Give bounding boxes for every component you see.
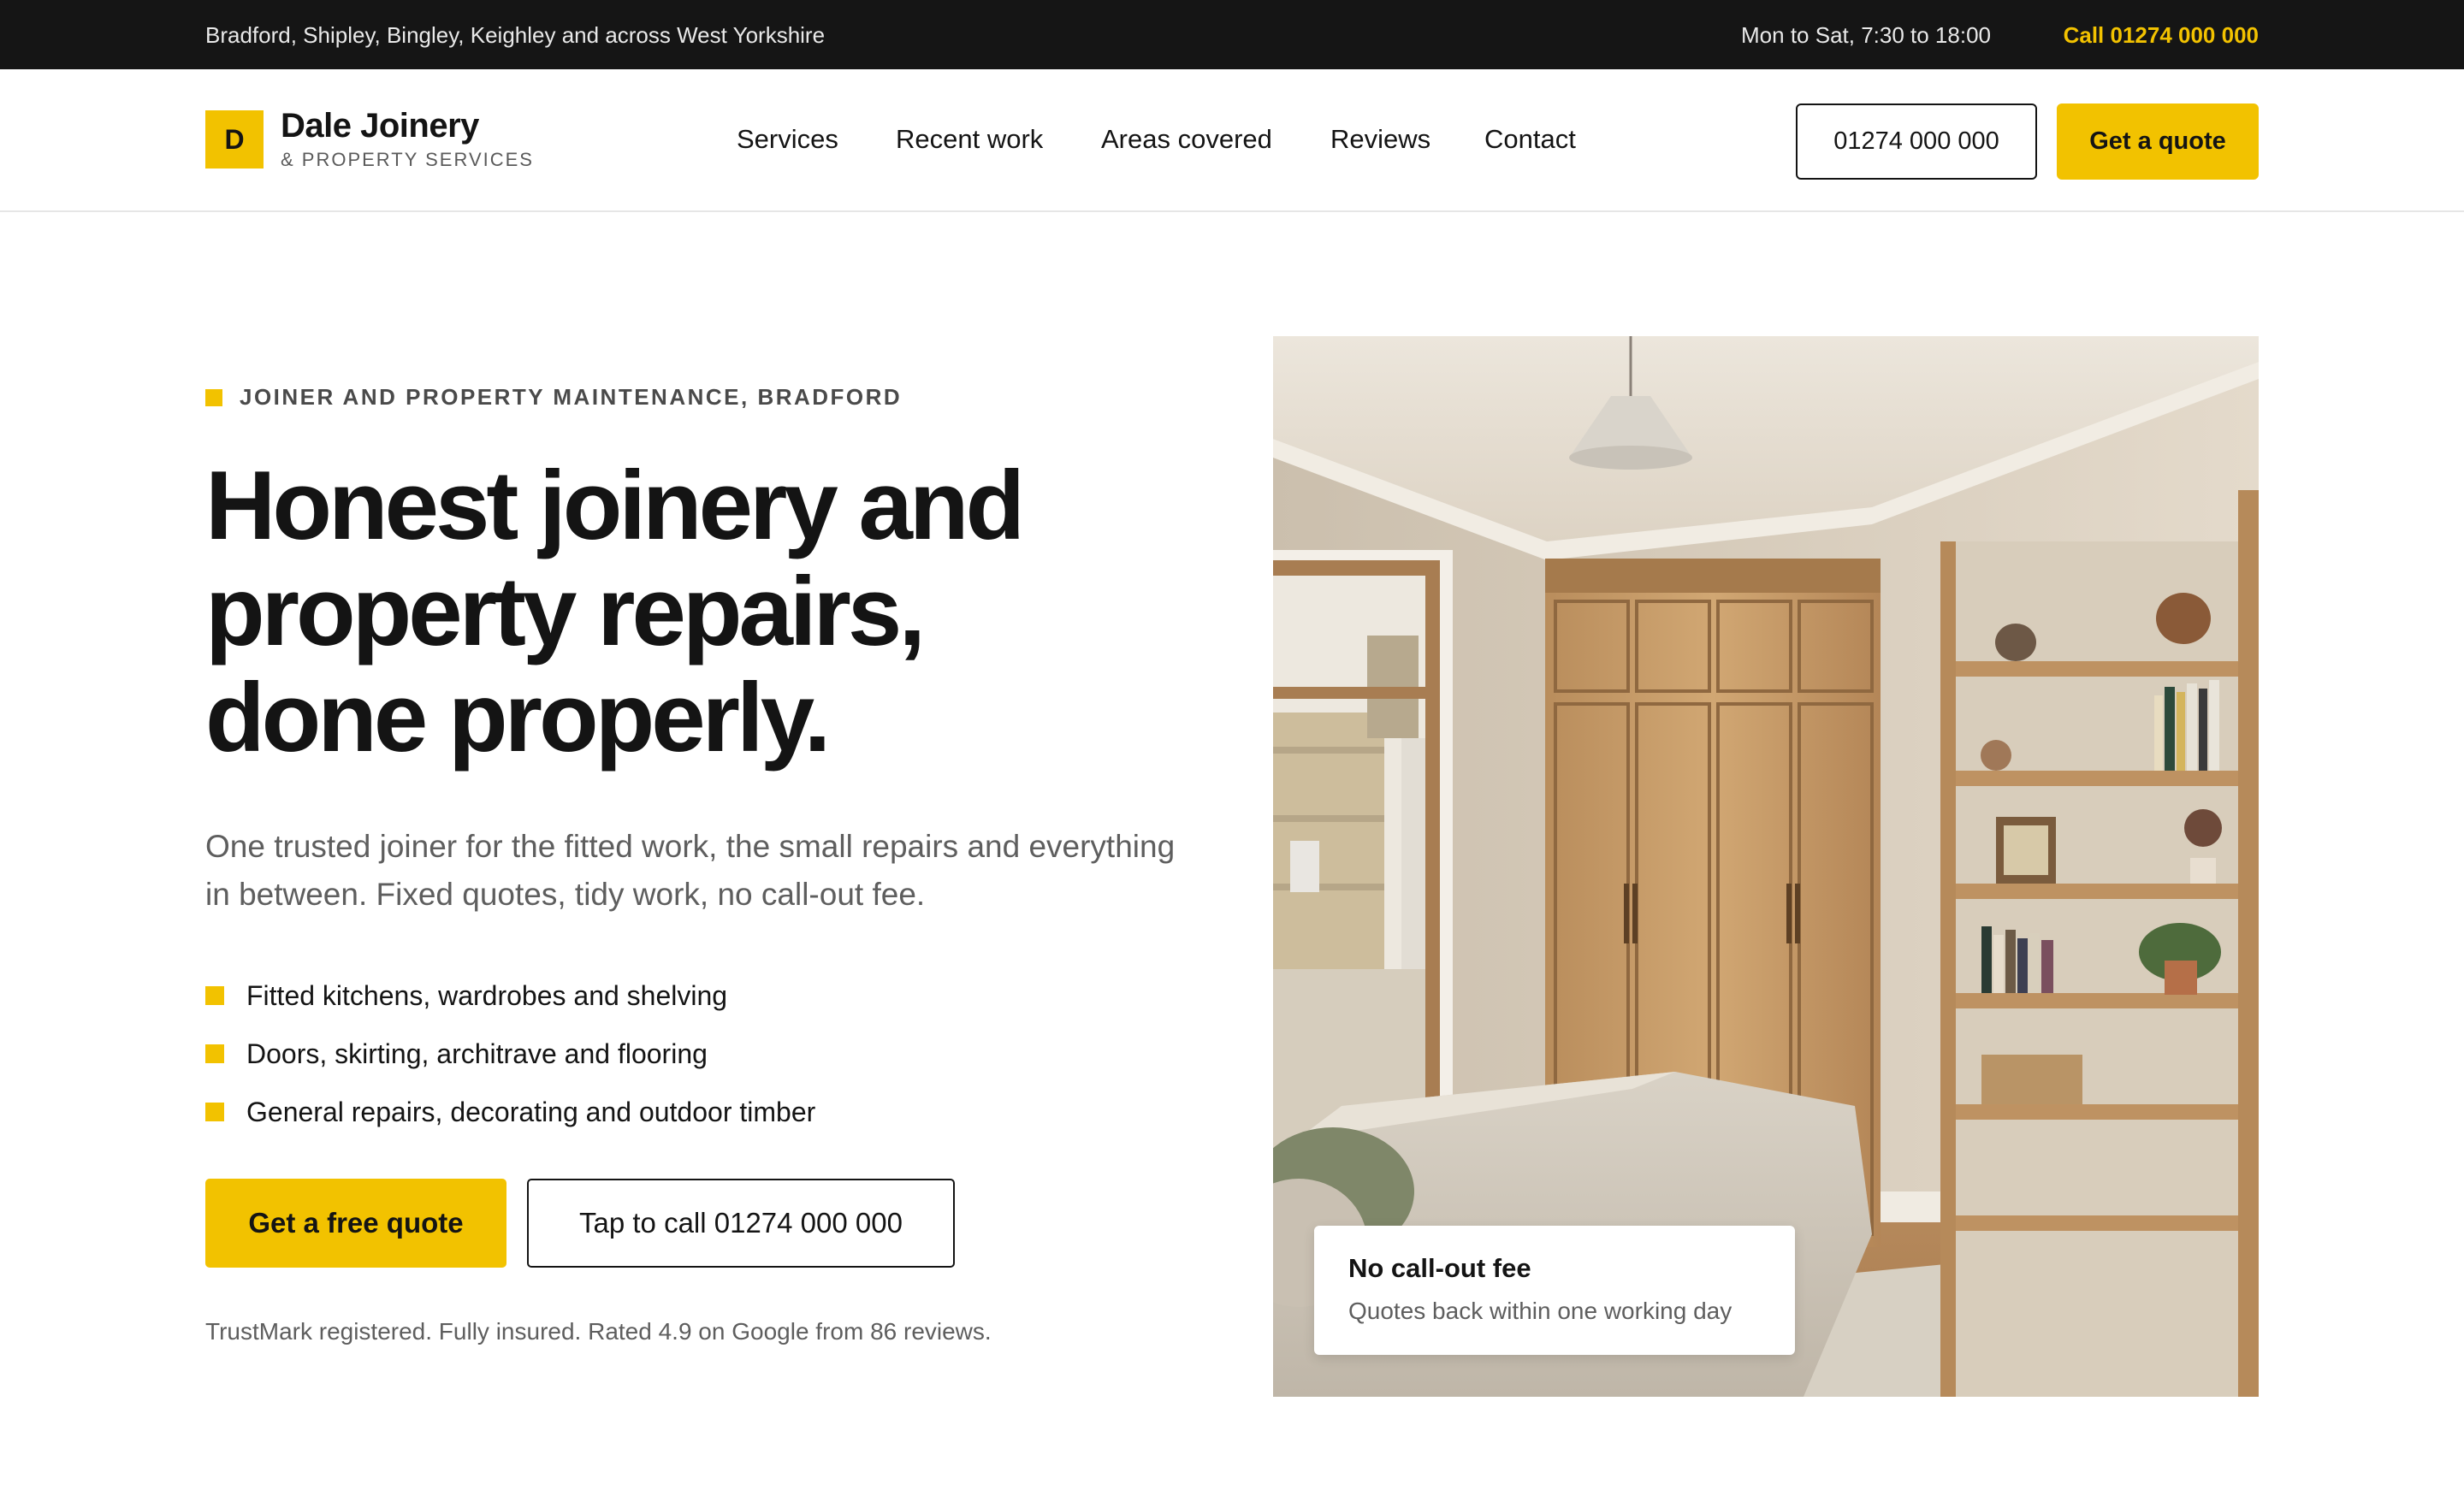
headline-line: Honest joinery and (205, 452, 1025, 560)
list-item-label: General repairs, decorating and outdoor … (246, 1096, 816, 1127)
get-free-quote-button[interactable]: Get a free quote (205, 1179, 506, 1268)
yellow-square-icon (205, 1103, 224, 1121)
hero-headline: Honest joinery and property repairs, don… (205, 453, 1189, 772)
service-area-text: Bradford, Shipley, Bingley, Keighley and… (205, 22, 826, 48)
brand-name[interactable]: Dale Joinery (281, 107, 479, 145)
hero-eyebrow: JOINER AND PROPERTY MAINTENANCE, BRADFOR… (205, 384, 902, 411)
phone-button[interactable]: 01274 000 000 (1796, 103, 2037, 180)
top-bar: Bradford, Shipley, Bingley, Keighley and… (0, 0, 2464, 69)
card-subtitle: Quotes back within one working day (1348, 1298, 1732, 1324)
get-quote-button[interactable]: Get a quote (2057, 103, 2259, 180)
nav-item-reviews[interactable]: Reviews (1330, 124, 1430, 155)
headline-line: done properly. (205, 664, 831, 772)
no-callout-fee-card: No call-out fee Quotes back within one w… (1314, 1226, 1795, 1355)
nav-item-areas-covered[interactable]: Areas covered (1101, 124, 1272, 155)
yellow-square-icon (205, 986, 224, 1005)
nav-item-contact[interactable]: Contact (1484, 124, 1576, 155)
list-item-label: Fitted kitchens, wardrobes and shelving (246, 979, 728, 1011)
yellow-square-icon (205, 388, 222, 406)
headline-line: property repairs, (205, 558, 926, 666)
list-item: Doors, skirting, architrave and flooring (205, 1025, 815, 1083)
site-header: D Dale Joinery & PROPERTY SERVICES Servi… (0, 69, 2464, 212)
opening-hours-text: Mon to Sat, 7:30 to 18:00 (1741, 22, 1991, 48)
tap-to-call-button[interactable]: Tap to call 01274 000 000 (527, 1179, 955, 1268)
service-bullet-list: Fitted kitchens, wardrobes and shelving … (205, 967, 815, 1141)
call-link[interactable]: Call 01274 000 000 (2064, 22, 2259, 49)
trust-statement: TrustMark registered. Fully insured. Rat… (205, 1318, 992, 1345)
nav-item-recent-work[interactable]: Recent work (896, 124, 1043, 155)
list-item-label: Doors, skirting, architrave and flooring (246, 1038, 708, 1069)
yellow-square-icon (205, 1044, 224, 1063)
list-item: General repairs, decorating and outdoor … (205, 1083, 815, 1141)
card-title: No call-out fee (1348, 1253, 1531, 1283)
eyebrow-text: JOINER AND PROPERTY MAINTENANCE, BRADFOR… (240, 384, 903, 410)
logo-mark[interactable]: D (205, 110, 264, 169)
list-item: Fitted kitchens, wardrobes and shelving (205, 967, 815, 1025)
brand-subtitle: & PROPERTY SERVICES (281, 149, 534, 170)
nav-item-services[interactable]: Services (737, 124, 838, 155)
hero-description: One trusted joiner for the fitted work, … (205, 829, 1176, 912)
